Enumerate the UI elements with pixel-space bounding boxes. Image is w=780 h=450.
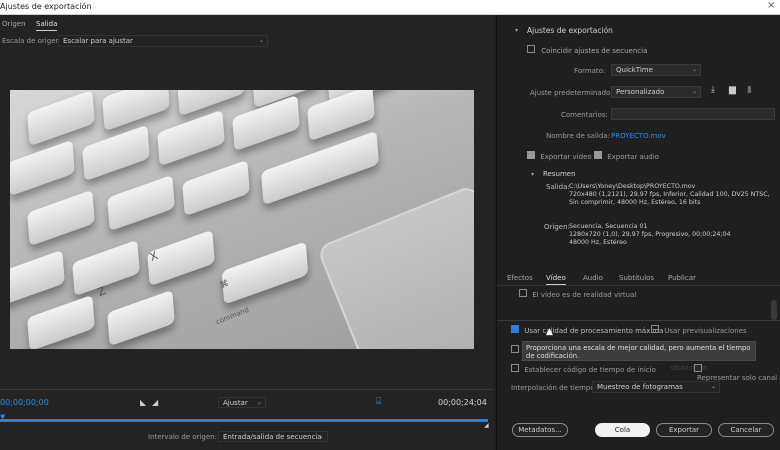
comments-input[interactable] — [611, 108, 775, 120]
chevron-down-icon: ⌄ — [318, 433, 324, 440]
interpolation-value: Muestreo de fotogramas — [597, 383, 683, 391]
timeline-track[interactable] — [0, 419, 488, 422]
start-timecode-checkbox[interactable] — [511, 364, 519, 372]
export-button[interactable]: Exportar — [656, 423, 712, 437]
chevron-down-icon: ⌄ — [710, 383, 716, 390]
start-timecode-row[interactable]: Establecer código de tiempo de inicio — [511, 364, 656, 374]
summary-output-line: Sin comprimir, 48000 Hz, Estéreo, 16 bit… — [569, 199, 701, 207]
mark-in-icon[interactable]: ◣ — [140, 398, 146, 407]
match-sequence-checkbox[interactable] — [527, 45, 535, 53]
preset-label: Ajuste predeterminado: — [530, 89, 613, 97]
timecode-end: 00;00;24;04 — [438, 398, 487, 407]
chevron-down-icon: ⌄ — [691, 88, 697, 95]
summary-source: Secuencia, Secuencia 01 1280x720 (1,0), … — [569, 223, 731, 248]
timecode-start[interactable]: 00;00;00;00 — [0, 398, 49, 407]
cancel-button[interactable]: Cancelar — [718, 423, 774, 437]
preset-dropdown[interactable]: Personalizado ⌄ — [611, 86, 701, 98]
playhead-icon[interactable]: ▼ — [0, 413, 5, 421]
tab-salida[interactable]: Salida — [36, 20, 58, 31]
save-preset-icon[interactable]: ⤓ — [711, 85, 715, 95]
video-preview: X Z ⌘ command — [10, 90, 474, 349]
metadata-button[interactable]: Metadatos... — [512, 423, 568, 437]
divider — [497, 320, 780, 321]
comments-label: Comentarios: — [561, 111, 608, 119]
fit-value: Ajustar — [223, 399, 248, 407]
vr-row[interactable]: El vídeo es de realidad virtual — [519, 289, 636, 299]
chevron-down-icon: ⌄ — [256, 399, 262, 406]
crop-icon[interactable]: ⌸ — [376, 397, 381, 407]
export-video-label: Exportar vídeo — [540, 153, 592, 161]
format-value: QuickTime — [616, 66, 653, 74]
out-point-icon[interactable]: ◢ — [484, 422, 489, 429]
tooltip: Proporciona una escala de mejor calidad,… — [522, 341, 756, 361]
export-audio-checkbox[interactable] — [594, 151, 602, 159]
output-name-label: Nombre de salida: — [546, 132, 610, 140]
summary-output: C:\Users\Yoney\Desktop\PROYECTO.mov 720x… — [569, 183, 770, 208]
render-alpha-checkbox[interactable] — [694, 364, 702, 372]
summary-output-line: C:\Users\Yoney\Desktop\PROYECTO.mov — [569, 183, 696, 190]
source-range-value: Entrada/salida de secuencia — [223, 433, 322, 441]
output-name-link[interactable]: PROYECTO.mov — [611, 132, 666, 140]
max-quality-checkbox[interactable] — [511, 325, 519, 333]
use-previews-checkbox[interactable] — [651, 325, 659, 333]
close-icon[interactable]: × — [767, 0, 775, 11]
preset-value: Personalizado — [616, 88, 665, 96]
summary-output-label: Salida: — [546, 183, 570, 191]
export-audio-row[interactable]: Exportar audio — [594, 151, 659, 161]
vr-label: El vídeo es de realidad virtual — [532, 291, 637, 299]
summary-source-label: Origen: — [544, 223, 570, 231]
mark-out-icon[interactable]: ◢ — [152, 398, 158, 407]
format-dropdown[interactable]: QuickTime ⌄ — [611, 64, 701, 76]
tab-origen[interactable]: Origen — [2, 20, 26, 28]
export-video-checkbox[interactable] — [527, 151, 535, 159]
tab-subtitles[interactable]: Subtítulos — [619, 274, 654, 282]
interpolation-label: Interpolación de tiempo: — [511, 384, 598, 392]
format-label: Formato: — [574, 67, 606, 75]
match-sequence-label: Coincidir ajustes de secuencia — [541, 47, 648, 55]
chevron-down-icon[interactable]: ▾ — [515, 27, 518, 34]
tab-video[interactable]: Vídeo — [546, 274, 566, 285]
chevron-down-icon: ⌄ — [691, 66, 697, 73]
use-previews-row[interactable]: Usar previsualizaciones — [651, 325, 747, 335]
tab-publish[interactable]: Publicar — [668, 274, 696, 282]
import-preset-icon[interactable]: ▆ — [729, 85, 736, 95]
summary-source-line: Secuencia, Secuencia 01 — [569, 223, 648, 230]
summary-source-line: 48000 Hz, Estéreo — [569, 239, 627, 247]
chevron-down-icon: ⌄ — [258, 37, 264, 44]
tab-effects[interactable]: Efectos — [507, 274, 533, 282]
window-title: Ajustes de exportación — [0, 2, 92, 11]
source-scale-dropdown[interactable]: Escalar para ajustar ⌄ — [58, 35, 268, 47]
match-sequence-row[interactable]: Coincidir ajustes de secuencia — [527, 45, 647, 55]
render-alpha-row[interactable]: Representar solo canal alfa — [694, 364, 780, 382]
interpolation-dropdown[interactable]: Muestreo de fotogramas ⌄ — [592, 381, 720, 393]
vr-checkbox[interactable] — [519, 289, 527, 297]
start-timecode-label: Establecer código de tiempo de inicio — [524, 366, 656, 374]
scale-checkbox[interactable] — [511, 345, 519, 353]
cursor-icon: ▲ — [546, 327, 553, 337]
fit-dropdown[interactable]: Ajustar ⌄ — [218, 397, 266, 408]
source-range-dropdown[interactable]: Entrada/salida de secuencia ⌄ — [218, 431, 328, 442]
source-scale-value: Escalar para ajustar — [63, 37, 133, 45]
queue-button[interactable]: Cola — [595, 423, 650, 437]
title-bar: Ajustes de exportación × — [0, 0, 780, 15]
scale-row[interactable] — [511, 345, 519, 355]
divider — [497, 285, 780, 286]
scrollbar[interactable] — [771, 300, 777, 320]
source-range-label: Intervalo de origen: — [148, 433, 217, 441]
tab-audio[interactable]: Audio — [583, 274, 603, 282]
summary-title: Resumen — [543, 170, 576, 178]
max-quality-row[interactable]: Usar calidad de procesamiento máxima — [511, 325, 663, 335]
source-scale-label: Escala de origen: — [2, 37, 63, 45]
export-audio-label: Exportar audio — [607, 153, 659, 161]
use-previews-label: Usar previsualizaciones — [664, 327, 747, 335]
export-settings-title: Ajustes de exportación — [527, 26, 613, 35]
preview-pane: Origen Salida Escala de origen: Escalar … — [0, 15, 494, 450]
delete-preset-icon[interactable]: ▮ — [747, 85, 752, 95]
export-video-row[interactable]: Exportar vídeo — [527, 151, 592, 161]
chevron-down-icon[interactable]: ▾ — [531, 171, 534, 178]
divider — [0, 389, 494, 390]
